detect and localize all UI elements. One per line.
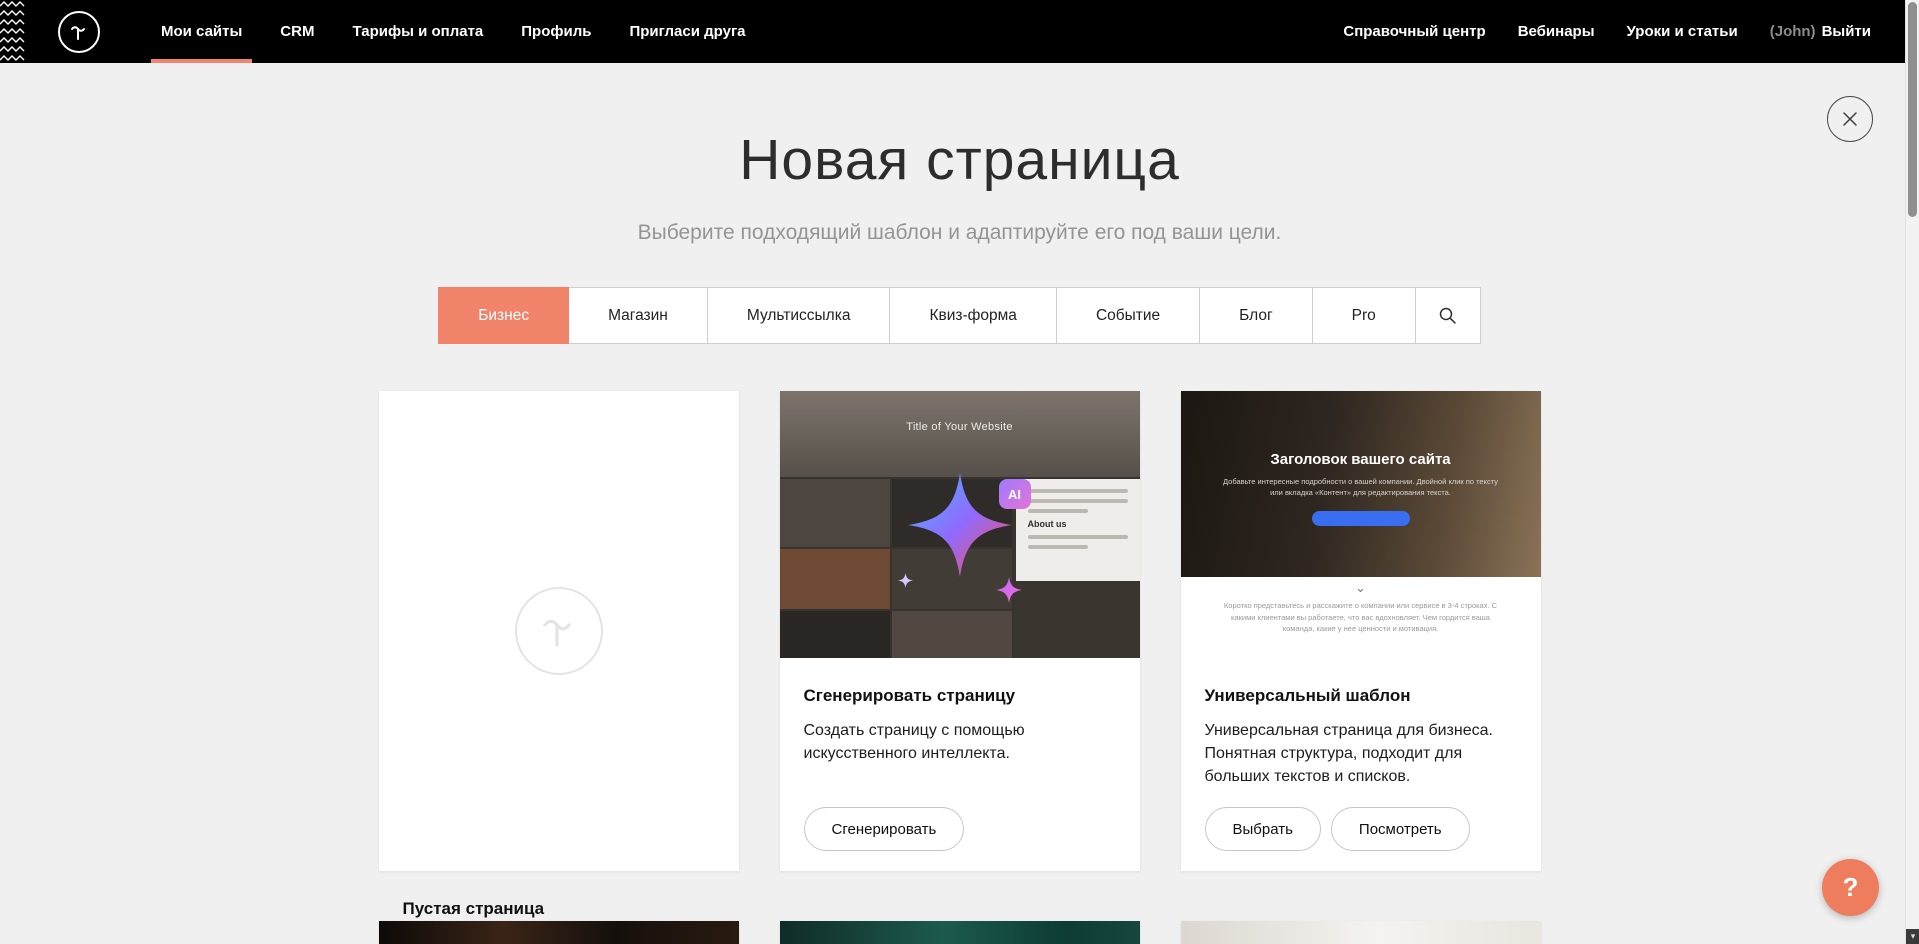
nav-item-label: Профиль bbox=[521, 23, 591, 40]
preview-hero-button bbox=[1312, 511, 1410, 526]
nav-right: Справочный центр Вебинары Уроки и статьи… bbox=[1327, 0, 1871, 63]
tab-quiz-form[interactable]: Квиз-форма bbox=[889, 287, 1056, 344]
template-cards-grid: Пустая страница Начать с чистого листа. … bbox=[0, 391, 1919, 871]
template-card-partial-3[interactable] bbox=[1181, 921, 1541, 944]
chevron-down-icon: ⌄ bbox=[1181, 577, 1541, 594]
select-template-button[interactable]: Выбрать bbox=[1205, 807, 1321, 851]
ai-preview-banner: Title of Your Website bbox=[780, 391, 1140, 477]
card-title: Универсальный шаблон bbox=[1205, 686, 1517, 706]
search-icon bbox=[1438, 306, 1457, 325]
card-universal-template[interactable]: Заголовок вашего сайта Добавьте интересн… bbox=[1181, 391, 1541, 871]
nav-item-lessons[interactable]: Уроки и статьи bbox=[1627, 0, 1738, 63]
tilda-logo[interactable] bbox=[58, 11, 100, 53]
tab-blog[interactable]: Блог bbox=[1199, 287, 1313, 344]
template-preview-hero: Заголовок вашего сайта Добавьте интересн… bbox=[1181, 391, 1541, 577]
help-button[interactable]: ? bbox=[1822, 859, 1879, 916]
tab-multilink[interactable]: Мультиссылка bbox=[707, 287, 891, 344]
page-scrollbar[interactable]: ▾ bbox=[1905, 0, 1919, 944]
close-button[interactable] bbox=[1827, 96, 1873, 142]
nav-item-crm[interactable]: CRM bbox=[280, 0, 314, 63]
template-cards-grid-row2 bbox=[0, 921, 1919, 944]
zigzag-decoration bbox=[0, 0, 26, 63]
mosaic-photo bbox=[780, 549, 890, 609]
card-title: Сгенерировать страницу bbox=[804, 686, 1116, 706]
nav-item-label: Справочный центр bbox=[1343, 23, 1485, 40]
preview-hero-text: Добавьте интересные подробности о вашей … bbox=[1221, 476, 1501, 499]
template-card-partial-1[interactable] bbox=[379, 921, 739, 944]
nav-item-label: Вебинары bbox=[1518, 23, 1595, 40]
nav-item-help-center[interactable]: Справочный центр bbox=[1343, 0, 1485, 63]
card-ai-generate[interactable]: Title of Your Website About us bbox=[780, 391, 1140, 871]
nav-item-label: CRM bbox=[280, 23, 314, 40]
preview-template-button[interactable]: Посмотреть bbox=[1331, 807, 1470, 851]
about-us-label: About us bbox=[1028, 519, 1128, 529]
ai-sparkle-small-icon bbox=[996, 577, 1022, 603]
tab-search[interactable] bbox=[1415, 287, 1481, 344]
card-body: Универсальный шаблон Универсальная стран… bbox=[1181, 658, 1541, 871]
tab-pro[interactable]: Pro bbox=[1312, 287, 1416, 344]
user-logout-block[interactable]: (John) Выйти bbox=[1770, 23, 1871, 40]
close-icon bbox=[1841, 110, 1859, 128]
card-actions: Выбрать Посмотреть bbox=[1205, 807, 1517, 851]
mosaic-photo bbox=[892, 611, 1012, 658]
mosaic-text-panel: About us bbox=[1016, 479, 1140, 581]
card-body: Сгенерировать страницу Создать страницу … bbox=[780, 658, 1140, 871]
tab-business[interactable]: Бизнес bbox=[438, 287, 569, 344]
scrollbar-down-arrow[interactable]: ▾ bbox=[1906, 929, 1919, 944]
card-description: Универсальная страница для бизнеса. Поня… bbox=[1205, 719, 1517, 789]
ai-preview-site-title: Title of Your Website bbox=[906, 421, 1013, 433]
help-icon: ? bbox=[1843, 872, 1859, 903]
tilda-watermark-icon bbox=[515, 587, 603, 675]
ai-badge: AI bbox=[999, 479, 1031, 509]
card-title: Пустая страница bbox=[403, 899, 715, 919]
nav-item-label: Мои сайты bbox=[161, 23, 242, 40]
nav-item-label: Тарифы и оплата bbox=[352, 23, 483, 40]
nav-item-webinars[interactable]: Вебинары bbox=[1518, 0, 1595, 63]
template-card-partial-2[interactable] bbox=[780, 921, 1140, 944]
template-preview-body: ⌄ Коротко представьтесь и расскажите о к… bbox=[1181, 577, 1541, 658]
ai-sparkle-icon bbox=[908, 473, 1012, 577]
nav-item-my-sites[interactable]: Мои сайты bbox=[161, 0, 242, 63]
generate-button[interactable]: Сгенерировать bbox=[804, 807, 965, 851]
ai-preview: Title of Your Website About us bbox=[780, 391, 1140, 658]
mosaic-photo bbox=[1014, 583, 1140, 658]
template-preview: Заголовок вашего сайта Добавьте интересн… bbox=[1181, 391, 1541, 658]
blank-page-preview bbox=[379, 391, 739, 871]
preview-hero-title: Заголовок вашего сайта bbox=[1181, 391, 1541, 468]
top-navbar: Мои сайты CRM Тарифы и оплата Профиль Пр… bbox=[0, 0, 1919, 63]
mosaic-photo bbox=[780, 611, 890, 658]
ai-sparkle-tiny-icon bbox=[898, 573, 913, 588]
nav-item-label: Пригласи друга bbox=[629, 23, 745, 40]
card-description: Создать страницу с помощью искусственног… bbox=[804, 719, 1116, 765]
nav-item-invite-friend[interactable]: Пригласи друга bbox=[629, 0, 745, 63]
template-category-tabs: Бизнес Магазин Мультиссылка Квиз-форма С… bbox=[0, 287, 1919, 344]
nav-item-tariffs[interactable]: Тарифы и оплата bbox=[352, 0, 483, 63]
tab-shop[interactable]: Магазин bbox=[568, 287, 708, 344]
card-actions: Сгенерировать bbox=[804, 807, 1116, 851]
card-blank-page[interactable]: Пустая страница Начать с чистого листа. … bbox=[379, 391, 739, 871]
mosaic-photo bbox=[780, 479, 890, 547]
user-name: (John) bbox=[1770, 23, 1816, 40]
main-nav: Мои сайты CRM Тарифы и оплата Профиль Пр… bbox=[142, 0, 765, 63]
tab-event[interactable]: Событие bbox=[1056, 287, 1200, 344]
preview-body-text: Коротко представьтесь и расскажите о ком… bbox=[1215, 600, 1507, 635]
page-title: Новая страница bbox=[0, 63, 1919, 193]
tilda-logo-icon bbox=[67, 20, 91, 44]
page-subtitle: Выберите подходящий шаблон и адаптируйте… bbox=[0, 221, 1919, 245]
logout-link[interactable]: Выйти bbox=[1822, 23, 1871, 40]
scrollbar-thumb[interactable] bbox=[1908, 2, 1917, 217]
new-page-dialog: Новая страница Выберите подходящий шабло… bbox=[0, 63, 1919, 944]
nav-item-profile[interactable]: Профиль bbox=[521, 0, 591, 63]
nav-item-label: Уроки и статьи bbox=[1627, 23, 1738, 40]
